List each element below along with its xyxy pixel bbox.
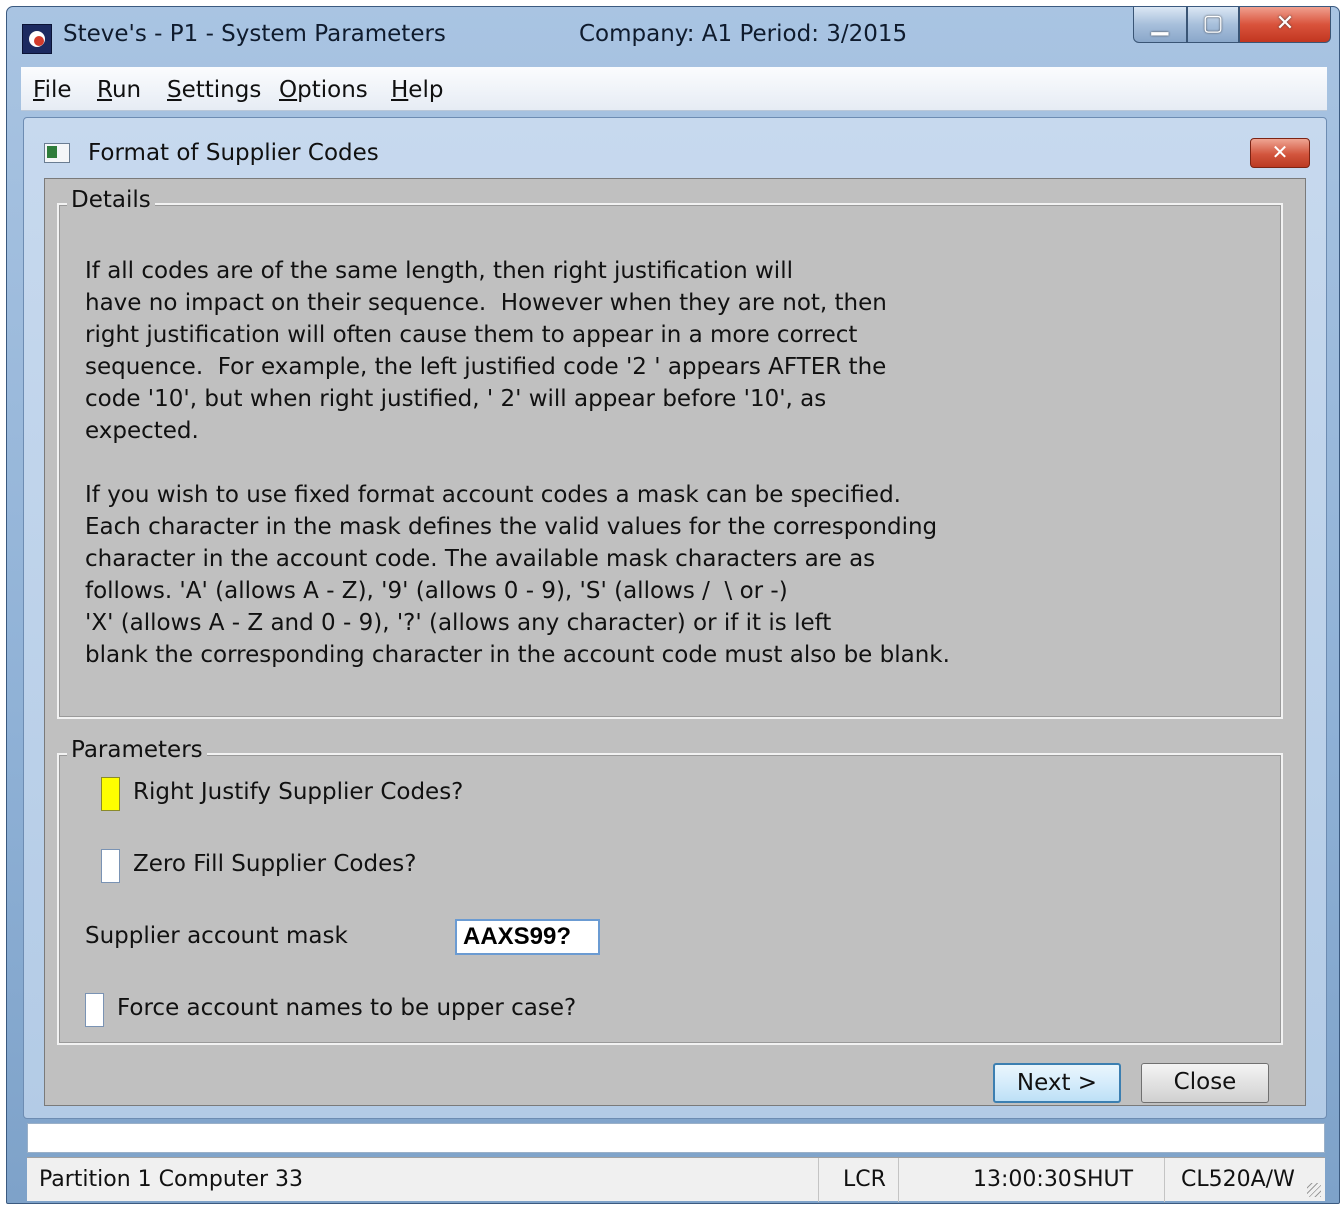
close-window-button[interactable]: ✕ — [1239, 7, 1331, 43]
details-line: have no impact on their sequence. Howeve… — [85, 290, 887, 316]
menu-file-mnemonic: F — [33, 77, 45, 103]
next-button[interactable]: Next > — [993, 1063, 1121, 1103]
right-justify-label: Right Justify Supplier Codes? — [133, 779, 464, 805]
details-line: sequence. For example, the left justifie… — [85, 354, 887, 380]
menu-options-mnemonic: O — [279, 77, 298, 103]
status-bar: Partition 1 Computer 33 LCR 13:00:30 SHU… — [27, 1157, 1325, 1202]
dialog-close-button[interactable]: ✕ — [1250, 138, 1310, 168]
zero-fill-checkbox[interactable] — [101, 849, 120, 883]
menu-bar: File Run Settings Options Help — [21, 67, 1327, 111]
status-time: 13:00:30 — [973, 1167, 1072, 1192]
status-state: SHUT — [1061, 1158, 1165, 1202]
details-line: 'X' (allows A - Z and 0 - 9), '?' (allow… — [85, 610, 832, 636]
details-line: blank the corresponding character in the… — [85, 642, 950, 668]
status-partition: Partition 1 Computer 33 — [27, 1158, 819, 1202]
details-legend: Details — [67, 187, 155, 213]
details-line: follows. 'A' (allows A - Z), '9' (allows… — [85, 578, 788, 604]
details-paragraph-1: If all codes are of the same length, the… — [85, 255, 887, 447]
menu-options-label: ptions — [297, 77, 368, 103]
details-line: If all codes are of the same length, the… — [85, 258, 793, 284]
details-paragraph-2: If you wish to use fixed format account … — [85, 479, 950, 671]
status-program: CL520A/W — [1181, 1167, 1295, 1192]
right-justify-checkbox[interactable] — [101, 777, 120, 811]
details-line: right justification will often cause the… — [85, 322, 858, 348]
company-period: Company: A1 Period: 3/2015 — [579, 21, 908, 47]
upper-case-label: Force account names to be upper case? — [117, 995, 577, 1021]
message-strip — [27, 1123, 1325, 1153]
minimize-button[interactable]: ▁ — [1133, 7, 1187, 43]
details-line: character in the account code. The avail… — [85, 546, 876, 572]
window-title: Steve's - P1 - System Parameters — [63, 21, 446, 47]
menu-file[interactable]: File — [33, 77, 72, 103]
menu-help-mnemonic: H — [391, 77, 409, 103]
details-line: Each character in the mask defines the v… — [85, 514, 938, 540]
parameters-legend: Parameters — [67, 737, 207, 763]
dialog-window-icon — [44, 143, 70, 163]
menu-help-label: elp — [408, 77, 444, 103]
menu-run-label: un — [111, 77, 142, 103]
format-dialog: Format of Supplier Codes ✕ Details If al… — [23, 117, 1327, 1119]
menu-help[interactable]: Help — [391, 77, 443, 103]
status-mode: LCR — [831, 1158, 899, 1202]
maximize-button[interactable]: ▢ — [1187, 7, 1239, 43]
menu-run-mnemonic: R — [97, 77, 112, 103]
dialog-title: Format of Supplier Codes — [88, 140, 379, 166]
menu-file-label: ile — [44, 77, 72, 103]
menu-settings-mnemonic: S — [167, 77, 182, 103]
details-line: expected. — [85, 418, 199, 444]
app-window: Steve's - P1 - System Parameters Company… — [6, 6, 1340, 1204]
dialog-body: Details If all codes are of the same len… — [44, 178, 1306, 1106]
supplier-mask-input[interactable]: AAXS99? — [455, 919, 600, 955]
details-line: code '10', but when right justified, ' 2… — [85, 386, 827, 412]
upper-case-checkbox[interactable] — [85, 993, 104, 1027]
zero-fill-label: Zero Fill Supplier Codes? — [133, 851, 417, 877]
details-line: If you wish to use fixed format account … — [85, 482, 901, 508]
title-bar[interactable]: Steve's - P1 - System Parameters Company… — [7, 7, 1339, 63]
menu-options[interactable]: Options — [279, 77, 368, 103]
resize-grip-icon[interactable] — [1307, 1183, 1321, 1197]
close-button[interactable]: Close — [1141, 1063, 1269, 1103]
menu-run[interactable]: Run — [97, 77, 141, 103]
app-logo-icon[interactable] — [22, 24, 52, 54]
menu-settings-label: ettings — [181, 77, 262, 103]
window-controls: ▁ ▢ ✕ — [1133, 7, 1331, 43]
menu-settings[interactable]: Settings — [167, 77, 261, 103]
mask-label: Supplier account mask — [85, 923, 348, 949]
